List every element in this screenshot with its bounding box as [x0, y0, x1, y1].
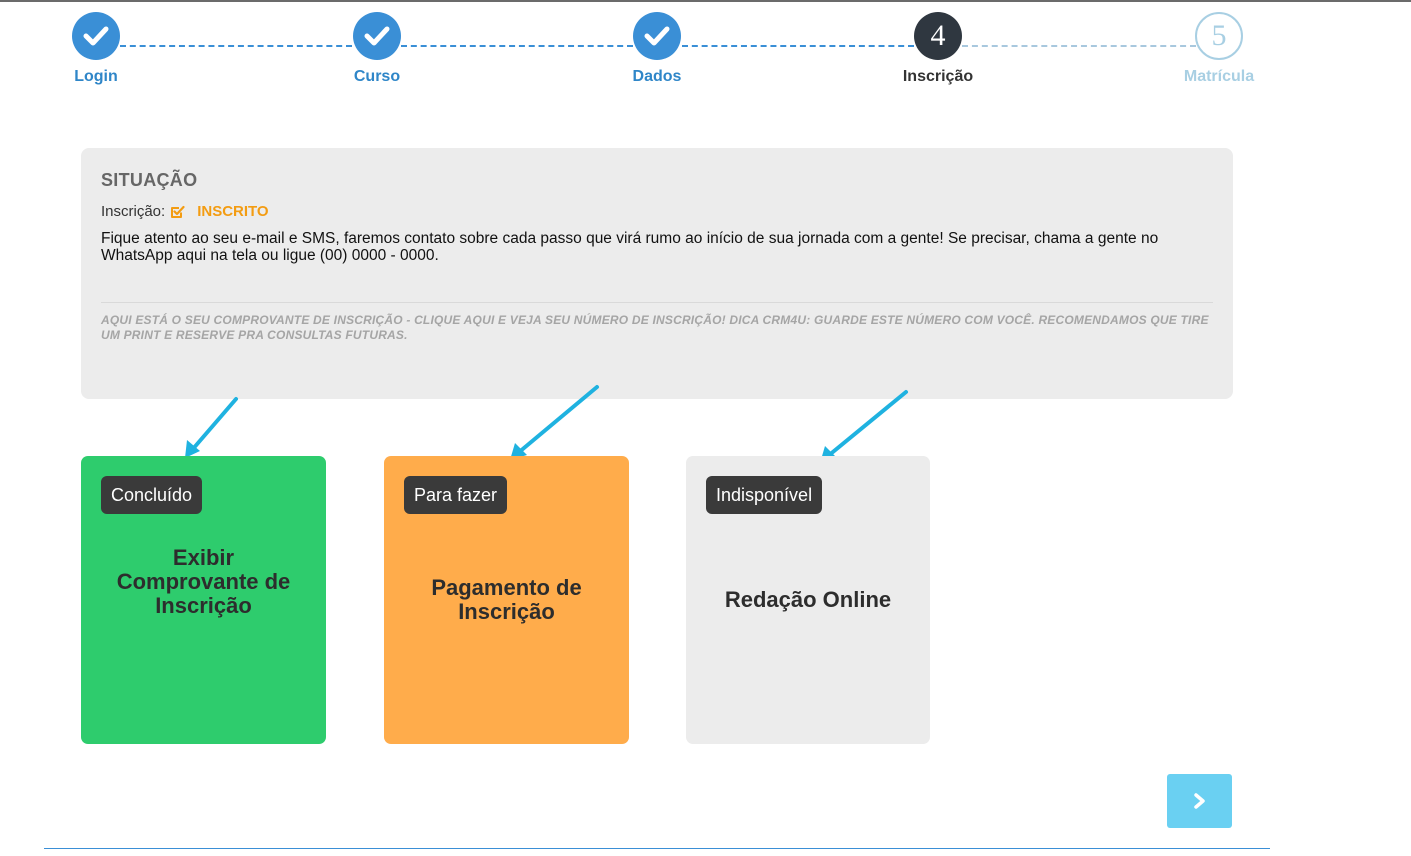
step-login[interactable]: Login [36, 12, 156, 86]
check-icon [644, 26, 670, 46]
step-curso[interactable]: Curso [317, 12, 437, 86]
card-title: Redação Online [724, 587, 892, 612]
checkbox-checked-icon [171, 205, 185, 218]
step-label: Curso [353, 68, 401, 85]
situation-panel: SITUAÇÃO Inscrição: INSCRITO Fique atent… [81, 148, 1233, 399]
step-done-circle [72, 12, 120, 60]
status-label: Inscrição: [101, 203, 166, 220]
status-badge: Concluído [101, 476, 203, 514]
step-label: Matrícula [1183, 68, 1255, 85]
step-label: Login [74, 68, 118, 85]
status-badge: Para fazer [404, 476, 508, 514]
step-done-circle [353, 12, 401, 60]
card-title: Pagamento de Inscrição [431, 575, 582, 624]
status-line: Inscrição: INSCRITO [101, 203, 1213, 220]
chevron-right-icon [1193, 793, 1205, 809]
check-icon [83, 26, 109, 46]
step-label: Dados [632, 68, 682, 85]
card-title: Exibir Comprovante de Inscrição [116, 545, 291, 618]
step-inscricao[interactable]: 4 Inscrição [878, 12, 998, 86]
receipt-link[interactable]: AQUI ESTÁ O SEU COMPROVANTE DE INSCRIÇÃO… [101, 313, 1213, 343]
panel-message: Fique atento ao seu e-mail e SMS, faremo… [101, 230, 1159, 264]
arrow-icon [190, 397, 238, 452]
step-dados[interactable]: Dados [597, 12, 717, 86]
card-redacao: Indisponível Redação Online [686, 456, 930, 744]
check-icon [364, 26, 390, 46]
status-badge: INSCRITO [197, 203, 269, 220]
arrow-icon [826, 390, 908, 458]
bottom-divider [44, 848, 1270, 849]
step-label: Inscrição [902, 68, 974, 85]
panel-title: SITUAÇÃO [101, 170, 198, 190]
step-matricula: 5 Matrícula [1159, 12, 1279, 86]
step-done-circle [633, 12, 681, 60]
step-future-circle: 5 [1195, 12, 1243, 60]
next-button[interactable] [1167, 774, 1232, 828]
progress-stepper: Login Curso Dados 4 Inscrição 5 Matrícul… [0, 0, 1411, 100]
card-pagamento[interactable]: Para fazer Pagamento de Inscrição [384, 456, 629, 744]
status-badge: Indisponível [706, 476, 823, 514]
step-current-circle: 4 [914, 12, 962, 60]
panel-divider [101, 302, 1213, 303]
card-comprovante[interactable]: Concluído Exibir Comprovante de Inscriçã… [81, 456, 326, 744]
